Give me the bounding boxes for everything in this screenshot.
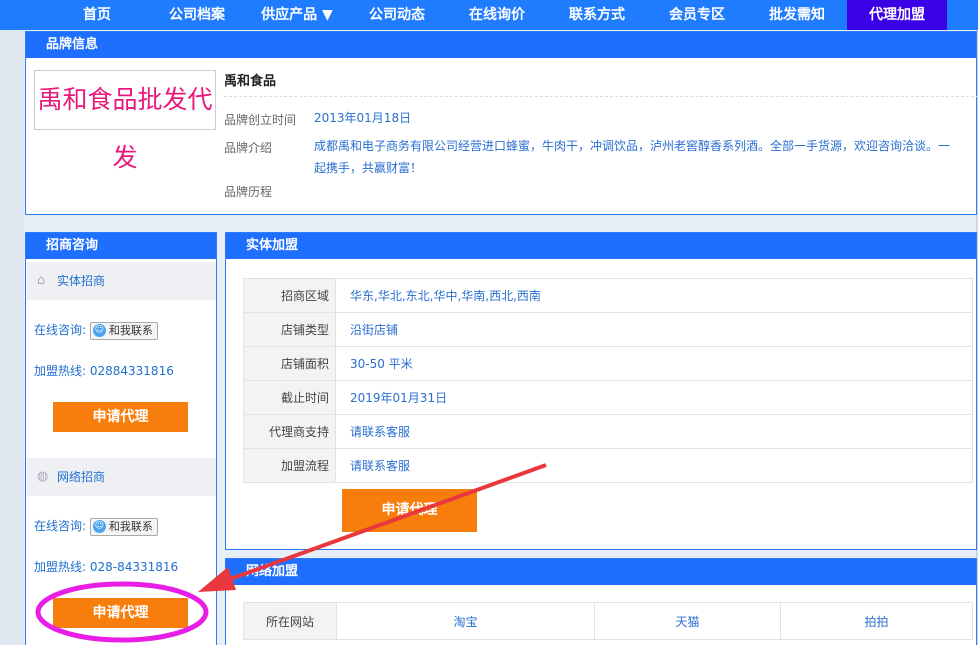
consult-panel-title: 招商咨询 [26,233,216,259]
network-contact-button[interactable]: ☺ 和我联系 [89,517,158,536]
brand-founded-value: 2013年01月18日 [314,111,412,125]
network-recruit-title: 网络招商 [57,470,106,484]
physical-recruit-section: ⌂ 实体招商 [27,262,216,300]
nav-home[interactable]: 首页 [47,0,147,30]
row-label: 店铺类型 [243,312,336,347]
network-online-label: 在线咨询: [34,519,87,533]
globe-icon: ◍ [37,469,49,484]
physical-online-label: 在线咨询: [34,323,87,337]
brand-panel-title: 品牌信息 [26,32,976,58]
network-contact-label: 和我联系 [108,519,153,533]
brand-history-label: 品牌历程 [224,185,273,199]
nav-contact[interactable]: 联系方式 [547,0,647,30]
row-label: 代理商支持 [243,414,336,449]
table-row: 店铺类型 沿街店铺 [243,312,973,347]
row-value: 华东,华北,东北,华中,华南,西北,西南 [335,278,973,313]
row-value: 请联系客服 [335,414,973,449]
physical-apply-button[interactable]: 申请代理 [53,402,188,432]
network-join-table: 所在网站 淘宝 天猫 拍拍 [243,602,973,640]
brand-logo: 禹和食品批发代发 [34,70,216,172]
network-hotline: 加盟热线: 028-84331816 [34,560,179,574]
network-recruit-section: ◍ 网络招商 [27,458,216,496]
nav-agency-join[interactable]: 代理加盟 [847,0,947,30]
nav-members[interactable]: 会员专区 [647,0,747,30]
row-label: 加盟流程 [243,448,336,483]
row-label: 招商区域 [243,278,336,313]
physical-contact-button[interactable]: ☺ 和我联系 [89,321,158,340]
nav-company-news[interactable]: 公司动态 [347,0,447,30]
top-nav: 首页 公司档案 供应产品 ▼ 公司动态 在线询价 联系方式 会员专区 批发需知 … [0,0,978,30]
row-value: 2019年01月31日 [335,380,973,415]
left-background [0,0,24,645]
brand-intro-label: 品牌介绍 [224,141,273,155]
network-join-panel: 网络加盟 所在网站 淘宝 天猫 拍拍 [225,558,977,645]
brand-name: 禹和食品 [224,74,277,89]
network-online-consult: 在线咨询: ☺ 和我联系 [34,517,158,536]
row-label: 店铺面积 [243,346,336,381]
physical-online-consult: 在线咨询: ☺ 和我联系 [34,321,158,340]
site-label: 所在网站 [243,602,337,640]
site-paipai[interactable]: 拍拍 [780,602,973,640]
row-value: 请联系客服 [335,448,973,483]
site-tmall[interactable]: 天猫 [594,602,781,640]
physical-hotline: 加盟热线: 02884331816 [34,364,174,378]
brand-intro-value: 成都禹和电子商务有限公司经营进口蜂蜜，牛肉干，冲调饮品，泸州老窖醇香系列酒。全部… [314,139,951,175]
table-row: 招商区域 华东,华北,东北,华中,华南,西北,西南 [243,278,973,313]
row-value: 沿街店铺 [335,312,973,347]
table-row: 店铺面积 30-50 平米 [243,346,973,381]
brand-divider [224,96,978,97]
brand-founded-label: 品牌创立时间 [224,113,297,127]
physical-recruit-title: 实体招商 [57,274,106,288]
table-row: 所在网站 淘宝 天猫 拍拍 [243,602,973,640]
physical-join-table: 招商区域 华东,华北,东北,华中,华南,西北,西南 店铺类型 沿街店铺 店铺面积 30… [243,278,973,483]
table-row: 截止时间 2019年01月31日 [243,380,973,415]
qq-icon: ☺ [92,519,106,533]
nav-products[interactable]: 供应产品 ▼ [247,0,347,30]
brand-panel: 品牌信息 禹和食品批发代发 禹和食品 品牌创立时间 2013年01月18日 品牌… [25,31,978,215]
table-row: 加盟流程 请联系客服 [243,448,973,483]
physical-join-apply-button[interactable]: 申请代理 [342,489,477,532]
nav-online-inquiry[interactable]: 在线询价 [447,0,547,30]
table-row: 代理商支持 请联系客服 [243,414,973,449]
row-value: 30-50 平米 [335,346,973,381]
network-apply-button[interactable]: 申请代理 [53,598,188,628]
nav-wholesale-notes[interactable]: 批发需知 [747,0,847,30]
physical-contact-label: 和我联系 [108,323,153,337]
physical-join-title: 实体加盟 [226,233,976,259]
site-taobao[interactable]: 淘宝 [336,602,595,640]
qq-icon: ☺ [92,323,106,337]
network-join-title: 网络加盟 [226,559,976,585]
physical-join-panel: 实体加盟 招商区域 华东,华北,东北,华中,华南,西北,西南 店铺类型 沿街店铺 店… [225,232,977,550]
row-label: 截止时间 [243,380,336,415]
home-icon: ⌂ [37,273,46,288]
consult-panel: 招商咨询 ⌂ 实体招商 在线咨询: ☺ 和我联系 加盟热线: 0288433181… [25,232,217,645]
nav-company-profile[interactable]: 公司档案 [147,0,247,30]
